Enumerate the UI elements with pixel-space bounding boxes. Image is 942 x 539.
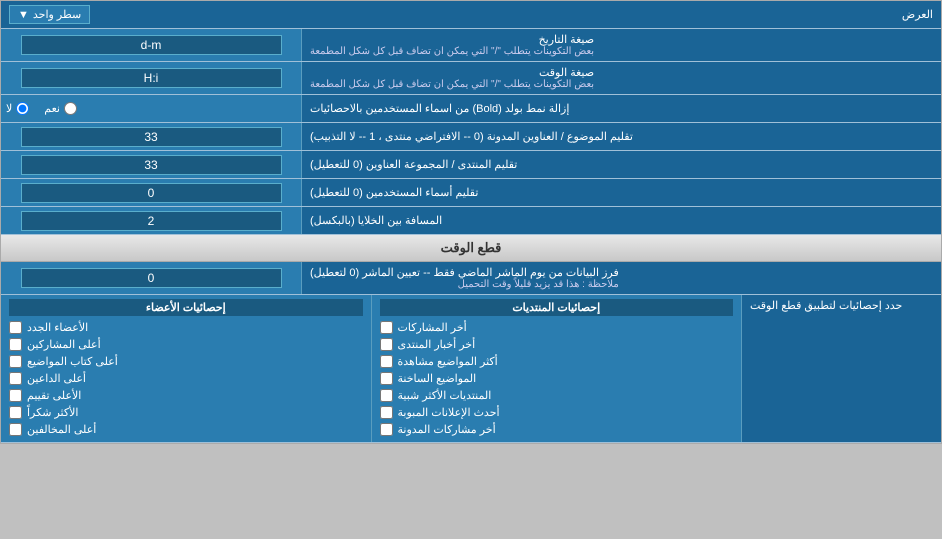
topics-titles-input-cell — [1, 123, 301, 150]
header-row: العرض سطر واحد ▼ — [1, 1, 941, 29]
topics-titles-input[interactable] — [21, 127, 282, 147]
forum-titles-input-cell — [1, 151, 301, 178]
usernames-row: تقليم أسماء المستخدمين (0 للتعطيل) — [1, 179, 941, 207]
dropdown-arrow-icon: ▼ — [18, 9, 29, 21]
time-format-label: صيغة الوقت بعض التكوينات يتطلب "/" التي … — [301, 62, 941, 94]
member-stat-5-checkbox[interactable] — [9, 406, 22, 419]
date-format-row: صيغة التاريخ بعض التكوينات يتطلب "/" الت… — [1, 29, 941, 62]
member-stat-0-checkbox[interactable] — [9, 321, 22, 334]
stats-label-cell: حدد إحصائيات لتطبيق قطع الوقت — [741, 295, 941, 442]
topics-titles-label: تقليم الموضوع / العناوين المدونة (0 -- ا… — [301, 123, 941, 150]
usernames-label: تقليم أسماء المستخدمين (0 للتعطيل) — [301, 179, 941, 206]
display-dropdown[interactable]: سطر واحد ▼ — [9, 5, 90, 24]
checkbox-item: أعلى المخالفين — [9, 421, 363, 438]
bold-remove-label: إزالة نمط بولد (Bold) من اسماء المستخدمي… — [301, 95, 941, 122]
main-container: العرض سطر واحد ▼ صيغة التاريخ بعض التكوي… — [0, 0, 942, 444]
post-stats-header: إحصائيات المنتديات — [380, 299, 734, 316]
member-stat-4-checkbox[interactable] — [9, 389, 22, 402]
cutoff-input-cell — [1, 262, 301, 294]
post-stat-5-checkbox[interactable] — [380, 406, 393, 419]
member-stats-header: إحصائيات الأعضاء — [9, 299, 363, 316]
bold-remove-controls: نعم لا — [1, 95, 301, 122]
spacing-row: المسافة بين الخلايا (بالبكسل) — [1, 207, 941, 235]
member-stat-1-checkbox[interactable] — [9, 338, 22, 351]
member-stats-column: إحصائيات الأعضاء الأعضاء الجدد أعلى المش… — [1, 295, 371, 442]
cutoff-label: فرز البيانات من يوم الماشر الماضي فقط --… — [301, 262, 941, 294]
member-stat-6-checkbox[interactable] — [9, 423, 22, 436]
header-control: سطر واحد ▼ — [9, 5, 90, 24]
date-format-input-cell — [1, 29, 301, 61]
spacing-input[interactable] — [21, 211, 282, 231]
time-format-row: صيغة الوقت بعض التكوينات يتطلب "/" التي … — [1, 62, 941, 95]
date-format-label: صيغة التاريخ بعض التكوينات يتطلب "/" الت… — [301, 29, 941, 61]
checkbox-item: أكثر المواضيع مشاهدة — [380, 353, 734, 370]
cutoff-input[interactable] — [21, 268, 282, 288]
checkbox-item: المنتديات الأكثر شبية — [380, 387, 734, 404]
time-format-input[interactable] — [21, 68, 282, 88]
checkbox-item: الأعلى تقييم — [9, 387, 363, 404]
checkbox-item: أحدث الإعلانات المبوبة — [380, 404, 734, 421]
usernames-input-cell — [1, 179, 301, 206]
cutoff-row: فرز البيانات من يوم الماشر الماضي فقط --… — [1, 262, 941, 295]
spacing-input-cell — [1, 207, 301, 234]
member-stat-3-checkbox[interactable] — [9, 372, 22, 385]
post-stat-4-checkbox[interactable] — [380, 389, 393, 402]
forum-titles-label: تقليم المنتدى / المجموعة العناوين (0 للت… — [301, 151, 941, 178]
bold-no-label[interactable]: لا — [6, 102, 29, 115]
post-stats-column: إحصائيات المنتديات أخر المشاركات أخر أخب… — [371, 295, 742, 442]
bold-no-radio[interactable] — [16, 102, 29, 115]
checkbox-item: أخر المشاركات — [380, 319, 734, 336]
forum-titles-input[interactable] — [21, 155, 282, 175]
post-stat-1-checkbox[interactable] — [380, 338, 393, 351]
checkbox-item: المواضيع الساخنة — [380, 370, 734, 387]
time-format-input-cell — [1, 62, 301, 94]
dropdown-label: سطر واحد — [33, 8, 81, 21]
bold-remove-row: إزالة نمط بولد (Bold) من اسماء المستخدمي… — [1, 95, 941, 123]
checkbox-item: أعلى الداعين — [9, 370, 363, 387]
post-stat-3-checkbox[interactable] — [380, 372, 393, 385]
checkbox-item: الأكثر شكراً — [9, 404, 363, 421]
date-format-input[interactable] — [21, 35, 282, 55]
header-label: العرض — [90, 8, 933, 21]
post-stat-6-checkbox[interactable] — [380, 423, 393, 436]
topics-titles-row: تقليم الموضوع / العناوين المدونة (0 -- ا… — [1, 123, 941, 151]
post-stat-2-checkbox[interactable] — [380, 355, 393, 368]
cutoff-section-header: قطع الوقت — [1, 235, 941, 262]
stats-grid: حدد إحصائيات لتطبيق قطع الوقت إحصائيات ا… — [1, 295, 941, 443]
stats-area: حدد إحصائيات لتطبيق قطع الوقت إحصائيات ا… — [1, 295, 941, 443]
checkbox-item: أعلى كتاب المواضيع — [9, 353, 363, 370]
usernames-input[interactable] — [21, 183, 282, 203]
checkbox-item: أخر مشاركات المدونة — [380, 421, 734, 438]
bold-yes-radio[interactable] — [64, 102, 77, 115]
bold-yes-label[interactable]: نعم — [44, 102, 77, 115]
checkbox-item: أخر أخبار المنتدى — [380, 336, 734, 353]
spacing-label: المسافة بين الخلايا (بالبكسل) — [301, 207, 941, 234]
checkbox-item: أعلى المشاركين — [9, 336, 363, 353]
post-stat-0-checkbox[interactable] — [380, 321, 393, 334]
member-stat-2-checkbox[interactable] — [9, 355, 22, 368]
forum-titles-row: تقليم المنتدى / المجموعة العناوين (0 للت… — [1, 151, 941, 179]
checkbox-item: الأعضاء الجدد — [9, 319, 363, 336]
